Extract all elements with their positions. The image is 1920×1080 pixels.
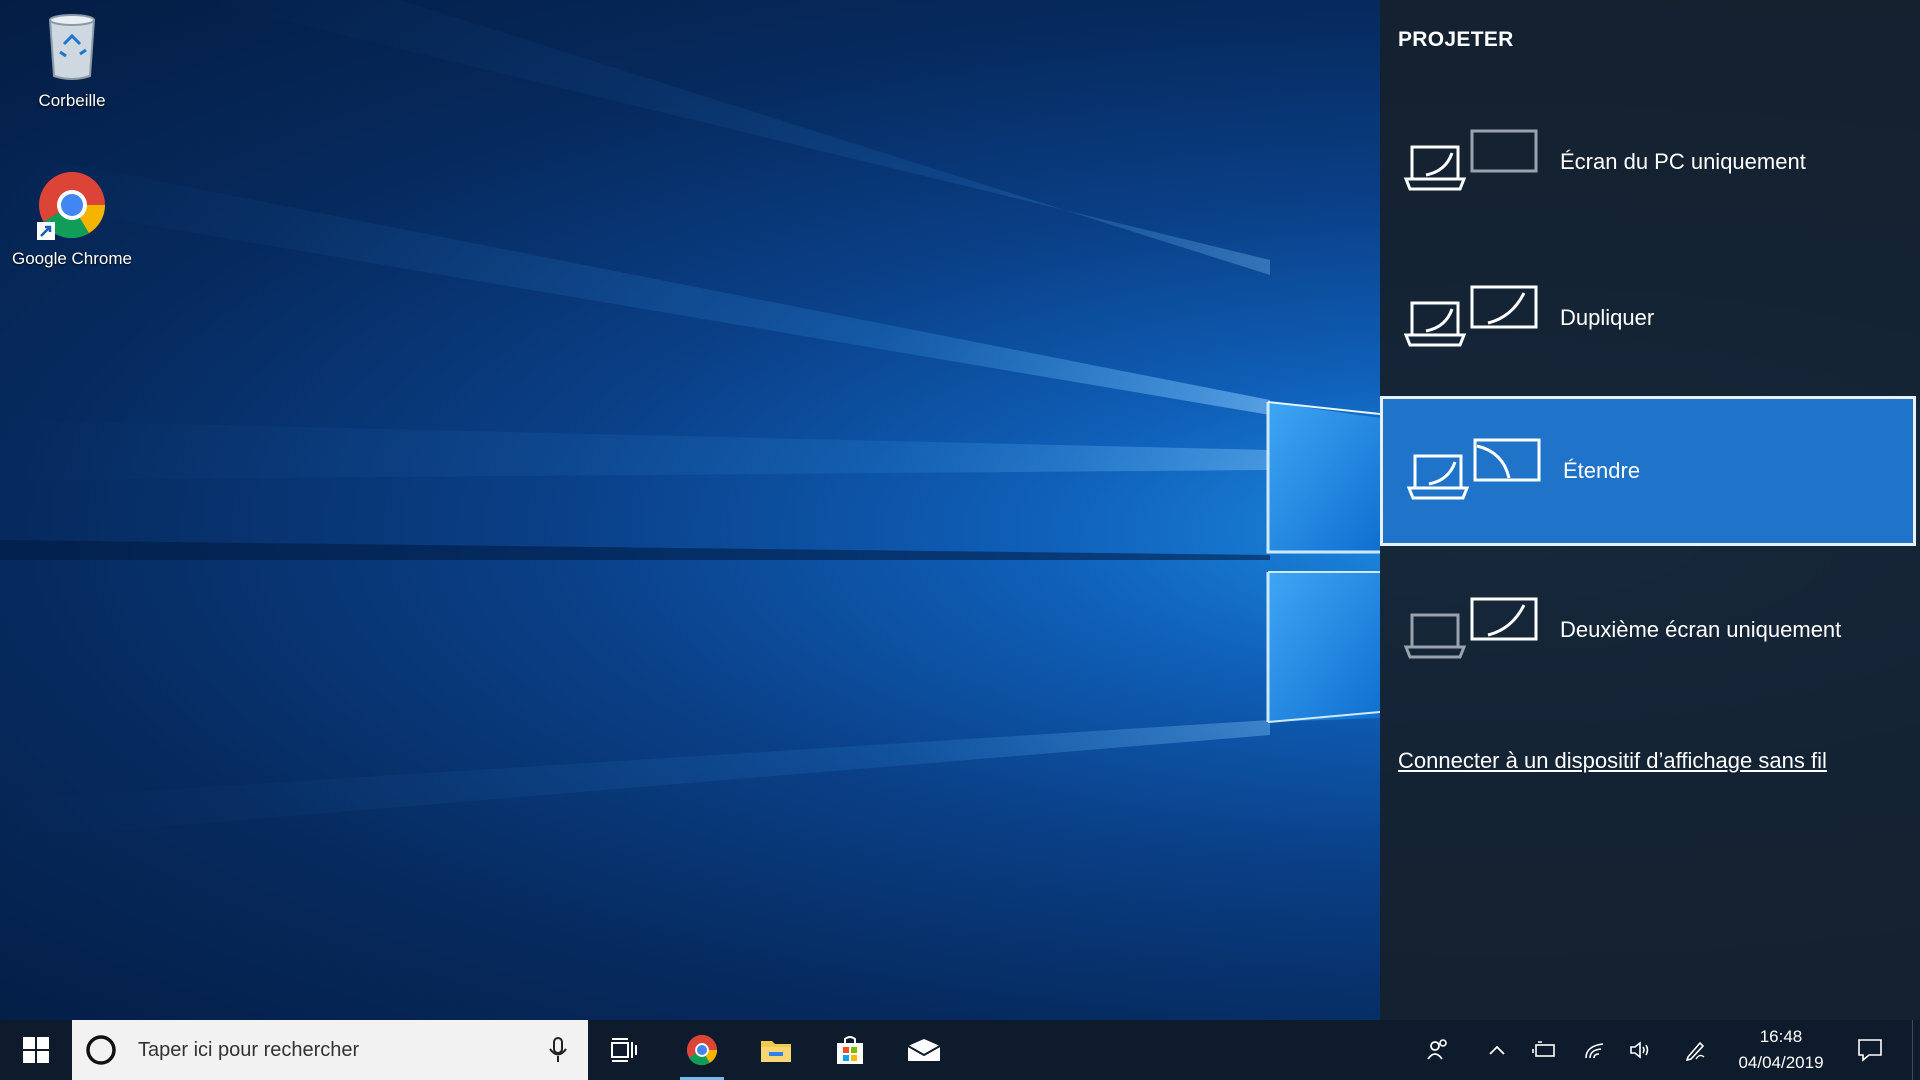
show-desktop-button[interactable]: [1912, 1020, 1920, 1080]
show-hidden-icons-button[interactable]: [1480, 1020, 1514, 1080]
wireless-display-link[interactable]: Connecter à un dispositif d’affichage sa…: [1398, 748, 1827, 774]
volume-button[interactable]: [1624, 1020, 1658, 1080]
taskbar: Taper ici pour rechercher 16:48 04/04/20…: [0, 1020, 1920, 1080]
desktop-icon-google-chrome[interactable]: Google Chrome: [2, 170, 142, 269]
recycle-bin-icon: [48, 14, 96, 80]
battery-button[interactable]: [1528, 1020, 1562, 1080]
windows-ink-button[interactable]: [1678, 1020, 1712, 1080]
option-extend[interactable]: Étendre: [1380, 396, 1916, 546]
chevron-up-icon: [1489, 1045, 1505, 1055]
duplicate-icon: [1403, 285, 1538, 347]
taskbar-file-explorer[interactable]: [746, 1020, 806, 1080]
network-button[interactable]: [1578, 1020, 1612, 1080]
taskbar-microsoft-store[interactable]: [820, 1020, 880, 1080]
extend-icon: [1406, 438, 1541, 500]
option-second-screen-only[interactable]: Deuxième écran uniquement: [1380, 555, 1916, 705]
pc-screen-only-icon: [1403, 129, 1538, 191]
chrome-icon: [686, 1034, 718, 1066]
desktop-icon-recycle-bin[interactable]: Corbeille: [2, 10, 142, 111]
battery-icon: [1532, 1041, 1555, 1057]
clock-time: 16:48: [1759, 1027, 1803, 1046]
option-label: Étendre: [1563, 458, 1641, 483]
cortana-icon: [86, 1035, 116, 1065]
mail-icon: [907, 1039, 941, 1061]
project-panel: PROJETER Écran du PC uniquement Duplique…: [1380, 0, 1920, 1020]
start-button[interactable]: [0, 1020, 72, 1080]
desktop-icon-label: Google Chrome: [11, 249, 132, 268]
second-screen-only-icon: [1403, 597, 1538, 659]
volume-icon: [1630, 1041, 1649, 1059]
option-pc-screen-only[interactable]: Écran du PC uniquement: [1380, 87, 1916, 237]
notifications-icon: [1858, 1039, 1882, 1062]
search-placeholder: Taper ici pour rechercher: [138, 1038, 360, 1061]
taskbar-mail[interactable]: [894, 1020, 954, 1080]
taskbar-search-box[interactable]: Taper ici pour rechercher: [72, 1020, 588, 1080]
option-label: Dupliquer: [1560, 305, 1655, 330]
option-label: Écran du PC uniquement: [1560, 149, 1806, 174]
file-explorer-icon: [761, 1041, 791, 1062]
desktop-icon-label: Corbeille: [38, 91, 106, 110]
option-duplicate[interactable]: Dupliquer: [1380, 243, 1916, 393]
windows-start-icon: [23, 1037, 49, 1063]
microphone-icon[interactable]: [548, 1036, 568, 1064]
people-icon: [1427, 1039, 1447, 1060]
panel-title: PROJETER: [1398, 28, 1514, 51]
people-button[interactable]: [1420, 1020, 1456, 1080]
option-label: Deuxième écran uniquement: [1560, 617, 1842, 642]
task-view-icon: [611, 1038, 637, 1062]
chrome-icon: [37, 172, 105, 240]
pen-icon: [1685, 1041, 1705, 1061]
taskbar-chrome[interactable]: [672, 1020, 732, 1080]
microsoft-store-icon: [837, 1036, 863, 1064]
taskbar-clock[interactable]: 16:48 04/04/2019: [1726, 1020, 1836, 1080]
wifi-icon: [1585, 1043, 1604, 1059]
action-center-button[interactable]: [1850, 1020, 1890, 1080]
clock-date: 04/04/2019: [1738, 1053, 1824, 1072]
task-view-button[interactable]: [596, 1020, 652, 1080]
